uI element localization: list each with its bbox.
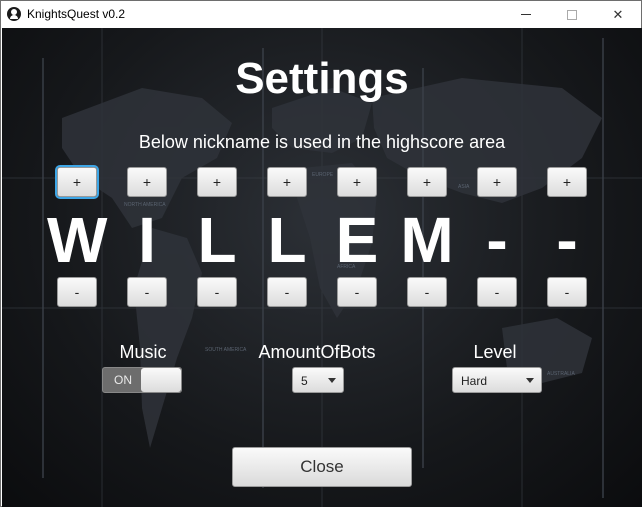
level-select-value: Hard	[461, 374, 488, 388]
letter-5-minus-button[interactable]: -	[337, 277, 377, 307]
nickname-letter-3: L	[197, 204, 237, 276]
music-toggle-state: ON	[114, 373, 132, 387]
minimize-button[interactable]	[503, 1, 549, 28]
close-window-button[interactable]: ✕	[595, 1, 641, 28]
nickname-hint: Below nickname is used in the highscore …	[138, 132, 506, 152]
nickname-letter-8: -	[556, 204, 578, 276]
bots-select[interactable]: 5	[292, 367, 344, 393]
app-window: KnightsQuest v0.2 ✕ NORTH AMERICA EUROPE…	[0, 0, 642, 507]
title-bar[interactable]: KnightsQuest v0.2 ✕	[1, 1, 641, 28]
maximize-icon	[567, 9, 577, 20]
letter-3-minus-button[interactable]: -	[197, 277, 237, 307]
map-label-south-america: SOUTH AMERICA	[205, 347, 247, 353]
chevron-down-icon	[328, 378, 336, 383]
nickname-letter-2: I	[138, 204, 156, 276]
knight-app-icon	[7, 7, 21, 21]
letter-4-plus-button[interactable]: +	[267, 167, 307, 197]
level-label: Level	[473, 342, 517, 362]
music-toggle[interactable]: ON	[102, 367, 182, 393]
settings-heading: Settings	[235, 54, 409, 103]
music-toggle-thumb[interactable]	[141, 368, 181, 392]
map-label-europe: EUROPE	[312, 172, 334, 178]
letter-3-plus-button[interactable]: +	[197, 167, 237, 197]
letter-5-plus-button[interactable]: +	[337, 167, 377, 197]
map-label-asia: ASIA	[458, 184, 470, 190]
letter-2-plus-button[interactable]: +	[127, 167, 167, 197]
letter-1-plus-button[interactable]: +	[57, 167, 97, 197]
nickname-letter-5: E	[335, 204, 379, 276]
letter-7-plus-button[interactable]: +	[477, 167, 517, 197]
nickname-letter-4: L	[267, 204, 307, 276]
letter-4-minus-button[interactable]: -	[267, 277, 307, 307]
letter-1-minus-button[interactable]: -	[57, 277, 97, 307]
letter-2-minus-button[interactable]: -	[127, 277, 167, 307]
close-icon: ✕	[612, 6, 624, 22]
bots-select-value: 5	[301, 374, 308, 388]
letter-6-plus-button[interactable]: +	[407, 167, 447, 197]
settings-scene: NORTH AMERICA EUROPE AFRICA SOUTH AMERIC…	[2, 28, 642, 507]
nickname-letter-6: M	[400, 204, 454, 276]
level-select[interactable]: Hard	[452, 367, 542, 393]
bots-label: AmountOfBots	[258, 342, 376, 362]
chevron-down-icon	[526, 378, 534, 383]
letter-6-minus-button[interactable]: -	[407, 277, 447, 307]
nickname-letter-7: -	[486, 204, 508, 276]
letter-7-minus-button[interactable]: -	[477, 277, 517, 307]
letter-8-minus-button[interactable]: -	[547, 277, 587, 307]
minimize-icon	[521, 14, 531, 15]
letter-8-plus-button[interactable]: +	[547, 167, 587, 197]
music-label: Music	[119, 342, 167, 362]
nickname-letter-1: W	[47, 204, 108, 276]
close-button[interactable]: Close	[232, 447, 412, 487]
map-label-australia: AUSTRALIA	[547, 371, 575, 377]
maximize-button[interactable]	[549, 1, 595, 28]
window-title: KnightsQuest v0.2	[27, 7, 126, 21]
